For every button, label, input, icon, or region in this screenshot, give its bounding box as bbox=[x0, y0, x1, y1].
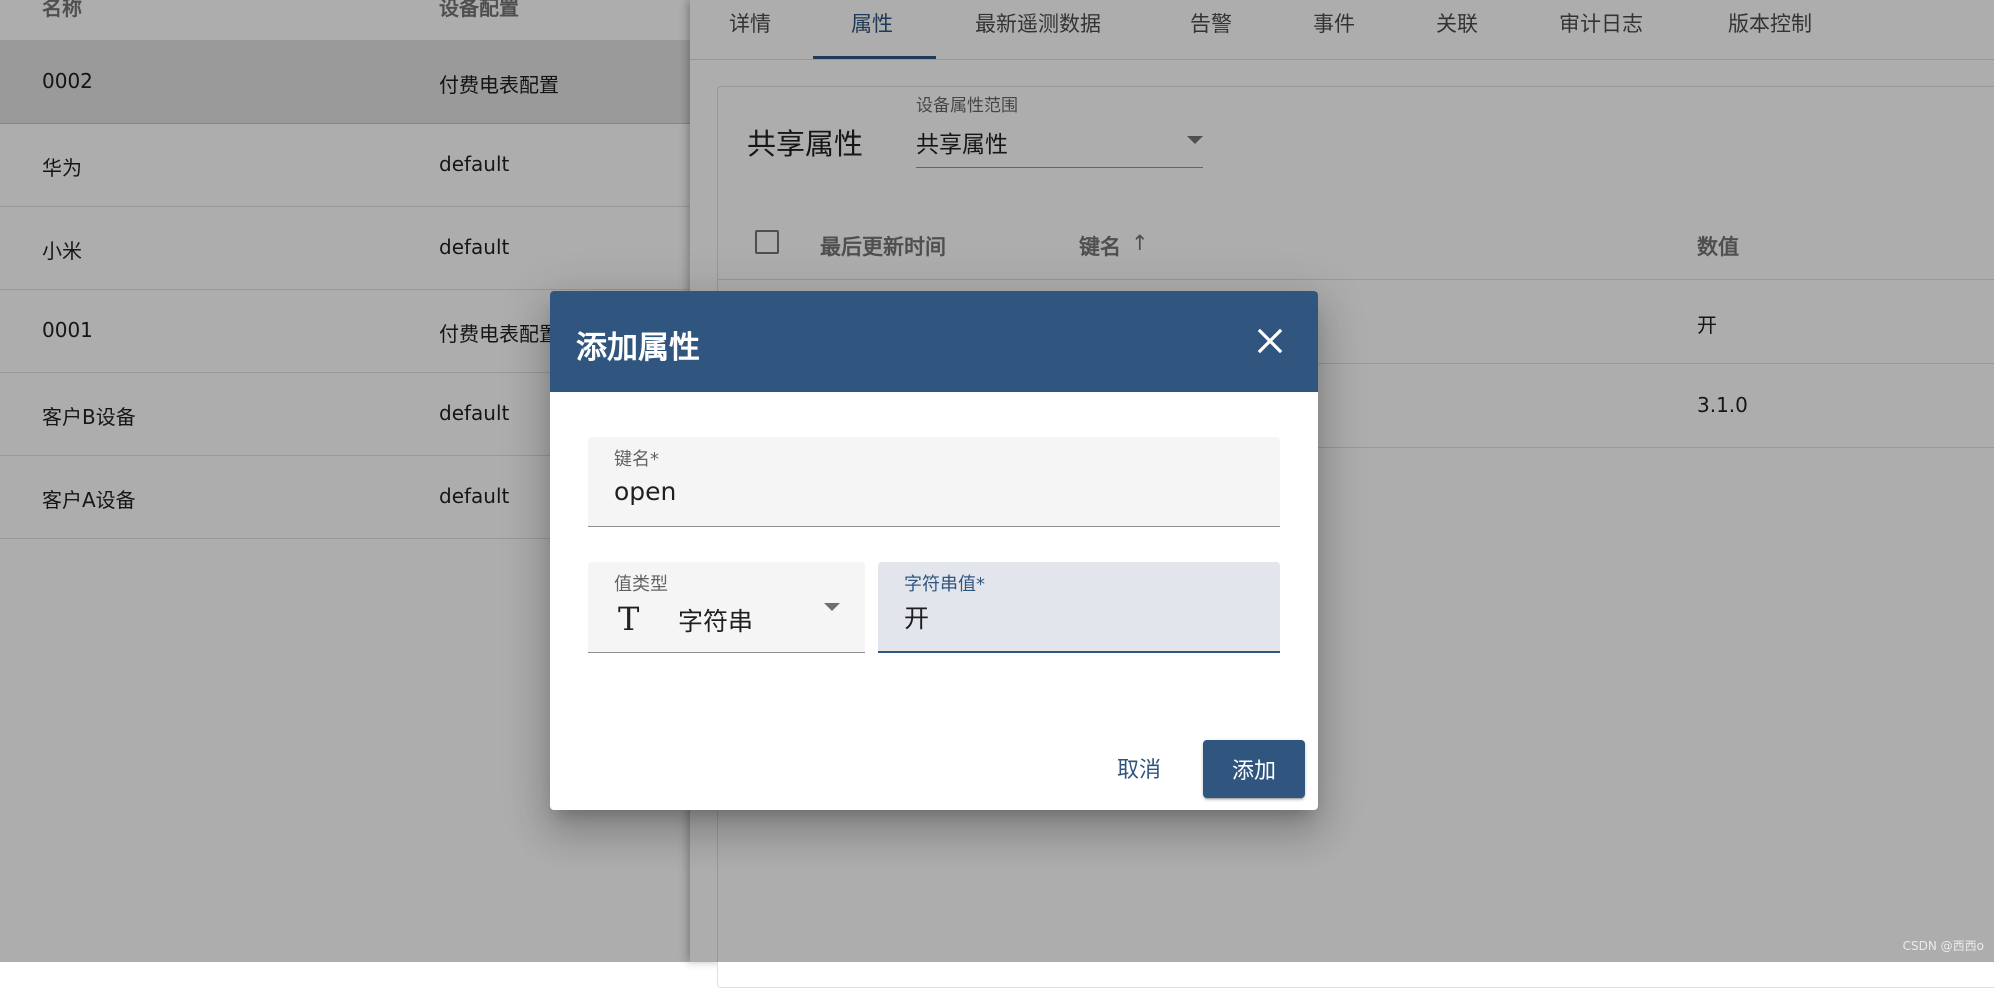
cancel-button[interactable]: 取消 bbox=[1096, 740, 1182, 796]
value-type-label: 值类型 bbox=[614, 574, 668, 595]
key-name-label: 键名* bbox=[614, 449, 659, 470]
dialog-title: 添加属性 bbox=[576, 330, 700, 366]
value-type-select[interactable]: 值类型 T 字符串 bbox=[588, 562, 865, 653]
value-type-value: 字符串 bbox=[678, 607, 754, 636]
add-button[interactable]: 添加 bbox=[1203, 740, 1305, 798]
close-icon[interactable] bbox=[1246, 317, 1294, 365]
key-name-field[interactable]: 键名* bbox=[588, 437, 1280, 527]
watermark: CSDN @西西o bbox=[1902, 939, 1984, 953]
string-value-label: 字符串值* bbox=[904, 574, 985, 595]
dropdown-arrow-icon bbox=[824, 603, 840, 611]
dialog-toolbar: 添加属性 bbox=[550, 291, 1318, 392]
text-type-icon: T bbox=[618, 600, 640, 638]
string-value-field[interactable]: 字符串值* bbox=[878, 562, 1280, 653]
string-value-input[interactable] bbox=[904, 602, 1204, 631]
add-attribute-dialog: 添加属性 键名* 值类型 T 字符串 字符串值* 取消 添加 bbox=[550, 291, 1318, 810]
key-name-input[interactable] bbox=[614, 477, 914, 506]
